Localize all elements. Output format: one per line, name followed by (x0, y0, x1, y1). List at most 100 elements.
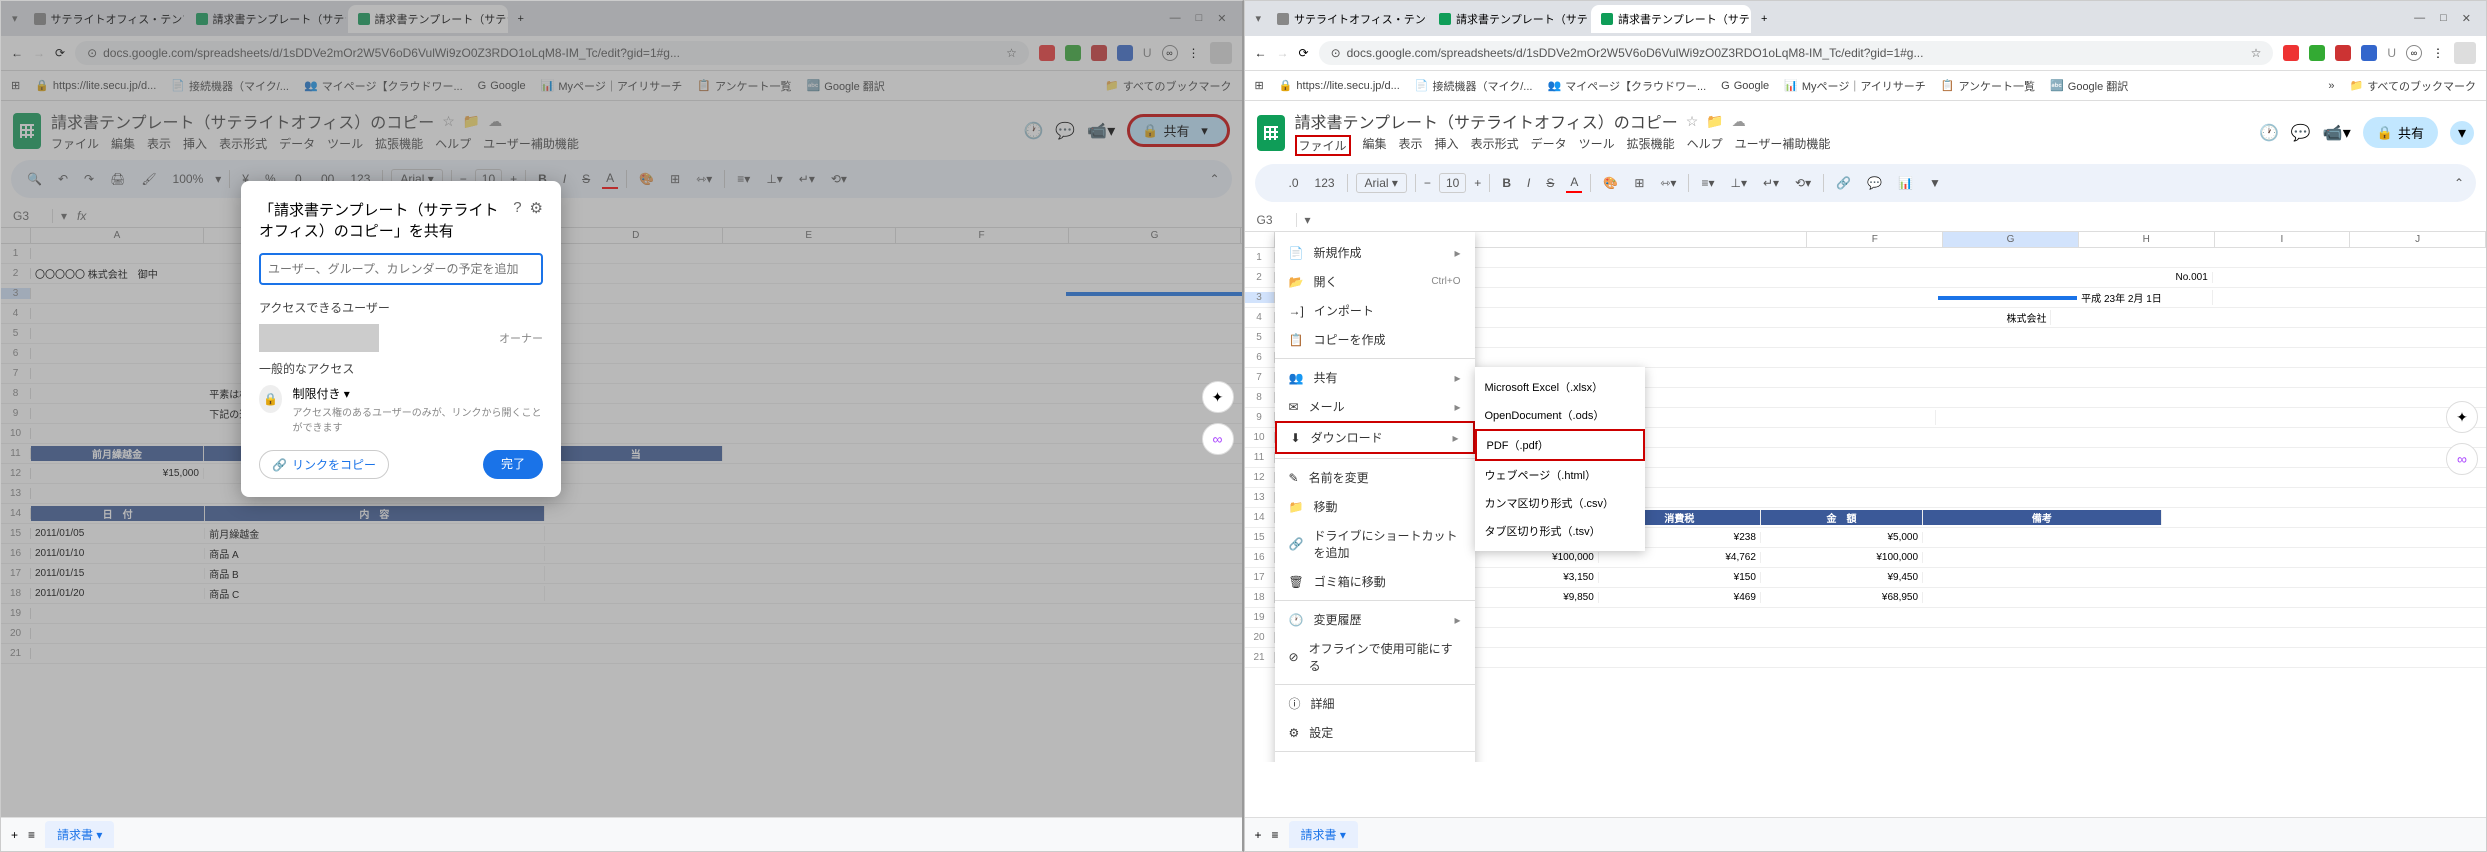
strike-button[interactable]: S (1542, 174, 1558, 192)
ai-button[interactable]: ∞ (2446, 443, 2478, 475)
menu-import[interactable]: →] インポート (1275, 296, 1475, 325)
add-sheet-button[interactable]: + (11, 828, 18, 842)
site-info-icon[interactable]: ⊙ (1331, 46, 1341, 60)
bookmark-item[interactable]: 🔤 Google 翻訳 (2050, 78, 2128, 94)
tab-3-active[interactable]: 請求書テンプレート（サテライトオフ✕ (1591, 5, 1751, 33)
menu-icon[interactable]: ⋮ (2432, 46, 2444, 60)
wrap-button[interactable]: ↵▾ (1759, 174, 1783, 192)
menu-format[interactable]: 表示形式 (1471, 135, 1519, 156)
menu-open[interactable]: 📂 開くCtrl+O (1275, 267, 1475, 296)
menu-settings[interactable]: ⚙ 設定 (1275, 718, 1475, 747)
download-html[interactable]: ウェブページ（.html） (1475, 461, 1645, 489)
done-button[interactable]: 完了 (483, 450, 543, 479)
extension-icon[interactable] (2335, 45, 2351, 61)
move-icon[interactable]: 📁 (1706, 113, 1723, 130)
font-size-input[interactable]: 10 (1439, 173, 1466, 193)
column-header[interactable]: I (2215, 232, 2351, 247)
column-header[interactable]: H (2079, 232, 2215, 247)
italic-button[interactable]: I (1523, 174, 1534, 192)
menu-print[interactable]: 🖨 印刷Ctrl+P (1275, 756, 1475, 762)
extension-icon[interactable] (2309, 45, 2325, 61)
menu-tools[interactable]: ツール (1579, 135, 1615, 156)
valign-button[interactable]: ⊥▾ (1726, 174, 1750, 192)
link-button[interactable]: 🔗 (1832, 174, 1855, 192)
cloud-icon[interactable]: ☁ (1732, 113, 1746, 130)
sheet-tab[interactable]: 請求書 ▾ (45, 821, 114, 848)
merge-button[interactable]: ⇿▾ (1656, 174, 1680, 192)
extension-icon[interactable]: ∞ (2406, 45, 2422, 61)
bookmark-item[interactable]: 👥 マイページ【クラウドワー... (1547, 78, 1706, 94)
download-tsv[interactable]: タブ区切り形式（.tsv） (1475, 517, 1645, 545)
font-select[interactable]: Arial ▾ (1356, 173, 1407, 193)
menu-help[interactable]: ヘルプ (1687, 135, 1723, 156)
menu-details[interactable]: ⓘ 詳細 (1275, 689, 1475, 718)
download-xlsx[interactable]: Microsoft Excel（.xlsx） (1475, 373, 1645, 401)
rotate-button[interactable]: ⟲▾ (1791, 174, 1815, 192)
menu-move[interactable]: 📁 移動 (1275, 492, 1475, 521)
extension-icon[interactable] (2361, 45, 2377, 61)
star-icon[interactable]: ☆ (1686, 113, 1699, 130)
menu-history[interactable]: 🕐 変更履歴▸ (1275, 605, 1475, 634)
menu-data[interactable]: データ (1531, 135, 1567, 156)
forward-button[interactable]: → (1277, 46, 1289, 60)
menu-trash[interactable]: 🗑 ゴミ箱に移動 (1275, 567, 1475, 596)
explore-button[interactable]: ✦ (1202, 381, 1234, 413)
menu-mail[interactable]: ✉ メール▸ (1275, 392, 1475, 421)
minimize-button[interactable]: — (2414, 12, 2425, 25)
menu-view[interactable]: 表示 (1399, 135, 1423, 156)
toolbar-overflow-icon[interactable]: ⌃ (2454, 176, 2464, 190)
reload-button[interactable]: ⟳ (1299, 46, 1309, 60)
bookmark-item[interactable]: 🔒 https://lite.secu.jp/d... (1279, 79, 1400, 92)
comment-button[interactable]: 💬 (1863, 174, 1886, 192)
ai-button[interactable]: ∞ (1202, 423, 1234, 455)
share-people-input[interactable] (259, 253, 543, 285)
url-input[interactable]: ⊙ docs.google.com/spreadsheets/d/1sDDVe2… (1319, 41, 2274, 65)
chart-button[interactable]: 📊 (1894, 174, 1917, 192)
tab-2[interactable]: 請求書テンプレート（サテライトオフ✕ (1429, 5, 1589, 33)
bookmark-item[interactable]: 📊 Myページ｜アイリサーチ (1784, 78, 1926, 94)
bold-button[interactable]: B (1498, 174, 1515, 192)
sheet-tab[interactable]: 請求書 ▾ (1289, 821, 1358, 848)
download-ods[interactable]: OpenDocument（.ods） (1475, 401, 1645, 429)
bookmark-item[interactable]: 📄 接続機器（マイク/... (1415, 78, 1533, 94)
bookmark-item[interactable]: 📋 アンケート一覧 (1941, 78, 2035, 94)
all-sheets-button[interactable]: ≡ (28, 828, 35, 842)
menu-rename[interactable]: ✎ 名前を変更 (1275, 463, 1475, 492)
filter-button[interactable]: ▼ (1925, 174, 1945, 192)
menu-offline[interactable]: ⊘ オフラインで使用可能にする (1275, 634, 1475, 680)
profile-icon[interactable] (2454, 42, 2476, 64)
menu-new[interactable]: 📄 新規作成▸ (1275, 238, 1475, 267)
menu-edit[interactable]: 編集 (1363, 135, 1387, 156)
download-csv[interactable]: カンマ区切り形式（.csv） (1475, 489, 1645, 517)
gear-icon[interactable]: ⚙ (530, 199, 543, 241)
column-header[interactable]: F (1807, 232, 1943, 247)
download-pdf[interactable]: PDF（.pdf） (1475, 429, 1645, 461)
tab-list-icon[interactable]: ▾ (1250, 12, 1268, 25)
menu-download[interactable]: ⬇ ダウンロード▸ (1275, 421, 1475, 454)
share-dropdown-icon[interactable]: ▾ (2450, 121, 2474, 145)
apps-icon[interactable]: ⊞ (1255, 79, 1264, 92)
history-icon[interactable]: 🕐 (2259, 123, 2279, 143)
comment-icon[interactable]: 💬 (2291, 123, 2311, 143)
extension-icon[interactable] (2283, 45, 2299, 61)
menu-extensions[interactable]: 拡張機能 (1627, 135, 1675, 156)
menu-insert[interactable]: 挿入 (1435, 135, 1459, 156)
all-bookmarks[interactable]: 📁 すべてのブックマーク (2350, 78, 2477, 94)
text-color-button[interactable]: A (1566, 173, 1582, 193)
bookmark-item[interactable]: G Google (1721, 80, 1769, 92)
borders-button[interactable]: ⊞ (1630, 174, 1648, 192)
meet-icon[interactable]: 📹▾ (2323, 123, 2351, 143)
menu-shortcut[interactable]: 🔗 ドライブにショートカットを追加 (1275, 521, 1475, 567)
close-button[interactable]: ✕ (2462, 12, 2471, 25)
star-icon[interactable]: ☆ (2251, 46, 2262, 60)
restricted-select[interactable]: 制限付き ▾ (292, 385, 543, 402)
doc-title[interactable]: 請求書テンプレート（サテライトオフィス）のコピー (1295, 109, 1678, 133)
new-tab-button[interactable]: + (1753, 13, 1775, 25)
halign-button[interactable]: ≡▾ (1697, 174, 1718, 192)
copy-link-button[interactable]: 🔗 リンクをコピー (259, 450, 389, 479)
fill-color-button[interactable]: 🎨 (1599, 174, 1622, 192)
menu-share[interactable]: 👥 共有▸ (1275, 363, 1475, 392)
explore-button[interactable]: ✦ (2446, 401, 2478, 433)
tab-1[interactable]: サテライトオフィス・テンプレート集 fo (1267, 5, 1427, 33)
menu-file[interactable]: ファイル (1295, 135, 1351, 156)
